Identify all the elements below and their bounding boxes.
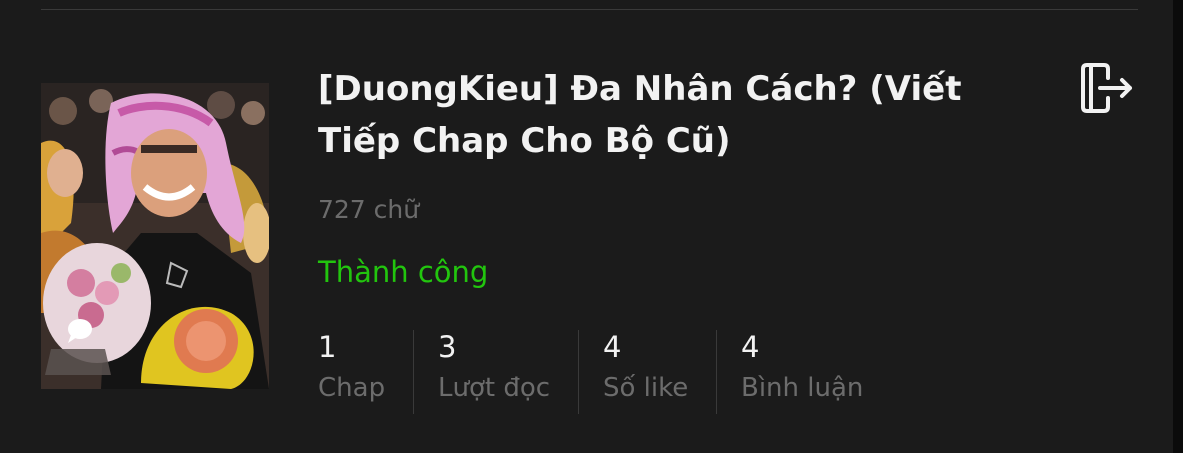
story-cover-image[interactable] (41, 83, 269, 389)
stat-reads-label: Lượt đọc (438, 373, 551, 403)
stat-reads: 3 Lượt đọc (413, 330, 578, 414)
stat-reads-value: 3 (438, 330, 457, 364)
stat-comments-label: Bình luận (741, 373, 864, 403)
top-divider (41, 9, 1138, 10)
story-title[interactable]: [DuongKieu] Đa Nhân Cách? (Viết Tiếp Cha… (318, 63, 1038, 167)
story-card: [DuongKieu] Đa Nhân Cách? (Viết Tiếp Cha… (0, 0, 1173, 453)
stat-comments: 4 Bình luận (716, 330, 901, 414)
status-label: Thành công (318, 255, 489, 289)
stat-likes: 4 Số like (578, 330, 716, 414)
stat-chapters: 1 Chap (318, 330, 413, 414)
story-stats: 1 Chap 3 Lượt đọc 4 Số like 4 Bình luận (318, 330, 901, 414)
word-count: 727 chữ (318, 195, 420, 224)
window-edge (1173, 0, 1183, 453)
stat-comments-value: 4 (741, 330, 760, 364)
exit-button[interactable] (1078, 60, 1136, 118)
exit-icon (1081, 63, 1132, 113)
stat-likes-value: 4 (603, 330, 622, 364)
stat-chapters-value: 1 (318, 330, 337, 364)
stat-likes-label: Số like (603, 373, 689, 403)
stat-chapters-label: Chap (318, 373, 386, 403)
